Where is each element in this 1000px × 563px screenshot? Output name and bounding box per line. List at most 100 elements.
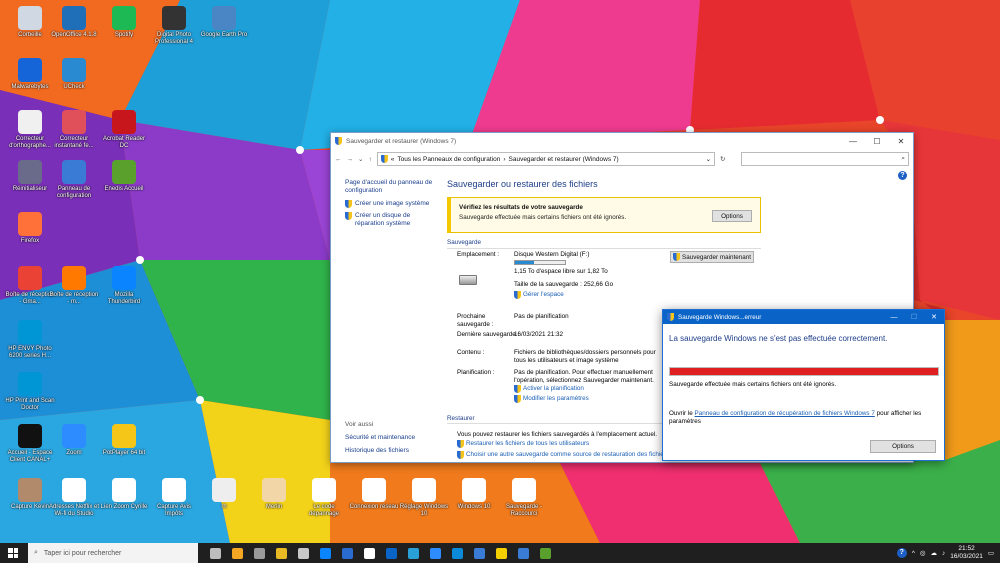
- taskbar-app-icon[interactable]: [534, 543, 556, 563]
- taskbar-app-icon[interactable]: [204, 543, 226, 563]
- taskbar-app-icon[interactable]: [248, 543, 270, 563]
- last-backup-label: Dernière sauvegarde :: [457, 331, 520, 338]
- desktop-icon[interactable]: Digital Photo Professional 4: [148, 6, 200, 46]
- start-button[interactable]: [8, 548, 18, 558]
- desktop-icon[interactable]: Adresses Netflix et Wi-fi du Studio: [48, 478, 100, 518]
- volume-icon[interactable]: ♪: [942, 550, 945, 557]
- warning-options-button[interactable]: Options: [712, 210, 752, 222]
- desktop-icon[interactable]: Mozilla Thunderbird: [98, 266, 150, 306]
- taskbar-app-icon[interactable]: [380, 543, 402, 563]
- desktop-icon[interactable]: Firefox: [4, 212, 56, 245]
- taskbar-app-icon[interactable]: [512, 543, 534, 563]
- desktop-app-icon: [112, 266, 136, 290]
- taskbar-app-icon[interactable]: [402, 543, 424, 563]
- window-titlebar[interactable]: Sauvegarder et restaurer (Windows 7) — ☐…: [331, 133, 913, 149]
- close-icon[interactable]: ✕: [924, 310, 944, 324]
- refresh-icon[interactable]: ↻: [720, 155, 725, 163]
- taskbar-app-icon[interactable]: [490, 543, 512, 563]
- manage-space-link[interactable]: Gérer l'espace: [523, 291, 564, 299]
- taskbar-app-icon[interactable]: [358, 543, 380, 563]
- dialog-options-button[interactable]: Options: [870, 440, 936, 453]
- backup-now-button[interactable]: Sauvegarder maintenant: [670, 251, 754, 263]
- taskbar-app-icon[interactable]: [468, 543, 490, 563]
- desktop-icon[interactable]: Connexion réseau: [348, 478, 400, 511]
- recent-chevron-icon[interactable]: ⌄: [358, 155, 363, 163]
- taskbar: ⌕ Taper ici pour rechercher ? ^ ◎ ☁ ♪ 21…: [0, 543, 1000, 563]
- desktop-icon-label: Mozilla Thunderbird: [107, 292, 141, 305]
- desktop-icon[interactable]: Enedis Accueil: [98, 160, 150, 193]
- desktop-app-icon: [18, 212, 42, 236]
- next-backup-value: Pas de planification: [514, 313, 569, 320]
- taskbar-app-icon[interactable]: [270, 543, 292, 563]
- see-also-section: Voir aussi Sécurité et maintenance Histo…: [345, 421, 437, 460]
- minimize-icon[interactable]: —: [884, 310, 904, 324]
- taskbar-app-icon[interactable]: [424, 543, 446, 563]
- desktop-icon-label: PotPlayer 64 bit: [102, 450, 146, 456]
- help-icon[interactable]: ?: [898, 171, 907, 180]
- desktop-icon[interactable]: Capture Avis Impôts: [148, 478, 200, 518]
- taskbar-app-icon[interactable]: [314, 543, 336, 563]
- desktop-icon[interactable]: PotPlayer 64 bit: [98, 424, 150, 457]
- desktop-app-icon: [212, 478, 236, 502]
- file-history-link[interactable]: Historique des fichiers: [345, 447, 437, 455]
- help-icon[interactable]: ?: [896, 548, 907, 558]
- activate-schedule-link[interactable]: Activer la planification: [523, 385, 584, 393]
- taskbar-app-icon[interactable]: [226, 543, 248, 563]
- restore-all-users-link[interactable]: Restaurer les fichiers de tous les utili…: [466, 440, 589, 448]
- desktop-icon[interactable]: Correcteur instantané fe...: [48, 110, 100, 150]
- clock[interactable]: 21:52 16/03/2021: [950, 545, 983, 561]
- forward-arrow-icon[interactable]: →: [347, 156, 354, 163]
- dialog-titlebar[interactable]: Sauvegarde Windows...erreur — ☐ ✕: [663, 310, 944, 324]
- breadcrumb-all-panels[interactable]: Tous les Panneaux de configuration: [397, 156, 500, 163]
- address-dropdown-icon[interactable]: ⌄: [706, 155, 711, 163]
- desktop-icon[interactable]: Réglage Windows 10: [398, 478, 450, 518]
- backup-error-dialog: Sauvegarde Windows...erreur — ☐ ✕ La sau…: [662, 309, 945, 461]
- desktop-icon[interactable]: Boîte de réception - m...: [48, 266, 100, 306]
- desktop-icon[interactable]: HP Print and Scan Doctor: [4, 372, 56, 412]
- close-icon[interactable]: ✕: [889, 133, 913, 149]
- desktop-icon[interactable]: Panneau de configuration: [48, 160, 100, 200]
- breadcrumb[interactable]: « Tous les Panneaux de configuration › S…: [376, 152, 716, 166]
- search-input[interactable]: ⌕: [740, 152, 909, 166]
- desktop-icon[interactable]: Windows 10: [448, 478, 500, 511]
- back-arrow-icon[interactable]: ←: [335, 156, 342, 163]
- breadcrumb-current[interactable]: Sauvegarder et restaurer (Windows 7): [509, 156, 619, 163]
- desktop-icon[interactable]: OpenOffice 4.1.8: [48, 6, 100, 39]
- minimize-icon[interactable]: —: [841, 133, 865, 149]
- create-repair-disc-link[interactable]: Créer un disque de réparation système: [355, 212, 437, 228]
- control-panel-home-link[interactable]: Page d'accueil du panneau de configurati…: [345, 179, 437, 195]
- desktop-app-icon: [18, 58, 42, 82]
- desktop-icon[interactable]: Sauvegarde - Raccourci: [498, 478, 550, 518]
- recovery-control-panel-link[interactable]: Panneau de configuration de récupération…: [695, 410, 875, 417]
- desktop-icon[interactable]: Google Earth Pro: [198, 6, 250, 39]
- shield-icon: [514, 385, 521, 393]
- taskbar-search[interactable]: ⌕ Taper ici pour rechercher: [28, 543, 198, 563]
- dialog-link-sentence: Ouvrir le Panneau de configuration de ré…: [669, 410, 939, 426]
- breadcrumb-overflow[interactable]: «: [391, 156, 395, 163]
- show-hidden-icons-chevron-icon[interactable]: ^: [912, 550, 915, 557]
- desktop-icon[interactable]: HP ENVY Photo 6200 series H...: [4, 320, 56, 360]
- choose-other-backup-link[interactable]: Choisir une autre sauvegarde comme sourc…: [466, 451, 669, 459]
- maximize-icon[interactable]: ☐: [865, 133, 889, 149]
- desktop-app-icon: [462, 478, 486, 502]
- desktop-app-icon: [212, 6, 236, 30]
- taskbar-app-icon[interactable]: [336, 543, 358, 563]
- network-icon[interactable]: ◎: [920, 549, 926, 557]
- taskbar-app-icon[interactable]: [292, 543, 314, 563]
- change-settings-link[interactable]: Modifier les paramètres: [523, 395, 589, 403]
- desktop-icon[interactable]: Le code dépannage: [298, 478, 350, 518]
- desktop-icon[interactable]: rh: [198, 478, 250, 511]
- taskbar-app-icon[interactable]: [446, 543, 468, 563]
- up-arrow-icon[interactable]: ↑: [368, 156, 371, 163]
- desktop-app-icon: [62, 478, 86, 502]
- desktop-icon[interactable]: Merlin: [248, 478, 300, 511]
- desktop-icon[interactable]: Lien Zoom Cyrille: [98, 478, 150, 511]
- desktop-icon[interactable]: Spotify: [98, 6, 150, 39]
- desktop-icon[interactable]: Zoom: [48, 424, 100, 457]
- notifications-icon[interactable]: ▭: [988, 549, 994, 557]
- create-system-image-link[interactable]: Créer une image système: [355, 200, 429, 208]
- desktop-icon[interactable]: UCheck: [48, 58, 100, 91]
- onedrive-icon[interactable]: ☁: [931, 549, 938, 557]
- desktop-icon[interactable]: Acrobat Reader DC: [98, 110, 150, 150]
- security-maintenance-link[interactable]: Sécurité et maintenance: [345, 434, 437, 442]
